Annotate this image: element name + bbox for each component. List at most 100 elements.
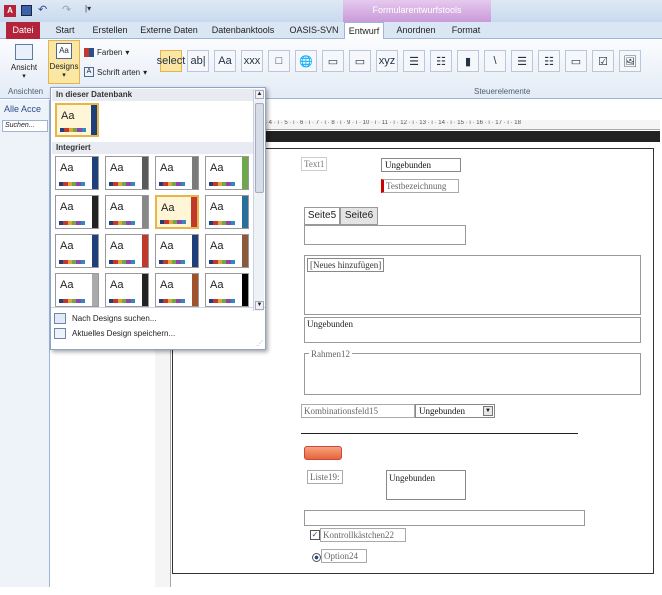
control-tool-6-icon[interactable]: ▭: [322, 50, 344, 72]
tab-oasis-svn[interactable]: OASIS-SVN: [286, 22, 342, 39]
unbound-textbox-1[interactable]: Ungebunden: [381, 158, 461, 172]
tab-datei[interactable]: Datei: [6, 22, 40, 39]
scroll-up-icon[interactable]: ▲: [255, 90, 264, 99]
theme-thumbnail-15[interactable]: Aa: [205, 273, 249, 307]
control-tool-0-icon[interactable]: select: [157, 50, 185, 72]
checkbox-icon[interactable]: ✓: [310, 530, 320, 540]
navigation-pane: Alle Acce Suchen...: [0, 100, 50, 587]
group-controls-label: Steuerelemente: [474, 87, 531, 96]
theme-thumbnail-10[interactable]: Aa: [155, 234, 199, 268]
theme-accent-swatch: [192, 157, 198, 189]
tab-externe-daten[interactable]: Externe Daten: [138, 22, 200, 39]
theme-sample-text: Aa: [160, 279, 174, 291]
theme-thumbnail-6[interactable]: Aa: [155, 195, 199, 229]
control-tool-5-icon[interactable]: 🌐: [295, 50, 317, 72]
scroll-down-icon[interactable]: ▼: [255, 301, 264, 310]
view-button[interactable]: Ansicht ▾: [6, 42, 42, 86]
list-box[interactable]: Ungebunden: [386, 470, 466, 500]
access-logo-icon[interactable]: A: [4, 5, 16, 17]
tab-erstellen[interactable]: Erstellen: [88, 22, 132, 39]
theme-thumbnail-8[interactable]: Aa: [55, 234, 99, 268]
tab-datenbanktools[interactable]: Datenbanktools: [206, 22, 280, 39]
option-radio-icon[interactable]: [312, 553, 321, 562]
combo-box[interactable]: Ungebunden ▼: [415, 404, 495, 418]
control-tool-10-icon[interactable]: ☷: [430, 50, 452, 72]
nav-header[interactable]: Alle Acce: [4, 104, 41, 114]
theme-thumbnail-9[interactable]: Aa: [105, 234, 149, 268]
theme-accent-swatch: [92, 274, 98, 306]
theme-thumbnail-14[interactable]: Aa: [155, 273, 199, 307]
option-label[interactable]: Option24: [321, 549, 367, 563]
option-group-frame[interactable]: Rahmen12: [304, 348, 641, 395]
control-tool-8-icon[interactable]: xyz: [376, 50, 398, 72]
control-tool-16-icon[interactable]: ☑: [592, 50, 614, 72]
resize-grip-icon[interactable]: ⋰: [257, 340, 263, 347]
tab-control-body[interactable]: [304, 225, 466, 245]
horizontal-ruler: · 4 · ı · 5 · ı · 6 · ı · 7 · ı · 8 · ı …: [265, 120, 660, 130]
control-tool-12-icon[interactable]: \: [484, 50, 506, 72]
command-button[interactable]: [304, 446, 342, 460]
tab-page-5[interactable]: Seite5: [304, 207, 340, 225]
control-tool-3-icon[interactable]: xxx: [241, 50, 263, 72]
designs-label: Designs: [49, 62, 79, 71]
section-in-database: In dieser Datenbank: [52, 89, 254, 101]
tab-start[interactable]: Start: [48, 22, 82, 39]
gallery-scrollbar[interactable]: ▲ ▼: [253, 89, 264, 311]
save-icon[interactable]: [21, 5, 32, 16]
theme-sample-text: Aa: [210, 201, 224, 213]
view-label: Ansicht: [10, 63, 38, 72]
unbound-textbox-2[interactable]: Ungebunden: [304, 317, 641, 343]
control-tool-11-icon[interactable]: ▮: [457, 50, 479, 72]
theme-thumbnail-1[interactable]: Aa: [105, 156, 149, 190]
tab-entwurf[interactable]: Entwurf: [344, 22, 384, 39]
theme-accent-swatch: [91, 105, 97, 135]
fonts-button[interactable]: A Schrift arten ▾: [84, 67, 147, 77]
add-new-label[interactable]: [Neues hinzufügen]: [307, 258, 385, 272]
horizontal-line[interactable]: [301, 433, 578, 434]
theme-thumbnail-11[interactable]: Aa: [205, 234, 249, 268]
redo-icon[interactable]: ↷: [62, 3, 71, 16]
theme-sample-text: Aa: [110, 240, 124, 252]
save-design-menu-item[interactable]: Aktuelles Design speichern...: [54, 328, 175, 339]
control-tool-1-icon[interactable]: ab|: [187, 50, 209, 72]
checkbox-label[interactable]: Kontrollkästchen22: [320, 528, 406, 542]
empty-textbox[interactable]: [304, 510, 585, 526]
theme-sample-text: Aa: [60, 279, 74, 291]
tab-anordnen[interactable]: Anordnen: [392, 22, 440, 39]
control-tool-4-icon[interactable]: □: [268, 50, 290, 72]
control-tool-7-icon[interactable]: ▭: [349, 50, 371, 72]
theme-thumbnail-0[interactable]: Aa: [55, 156, 99, 190]
subform-container[interactable]: [Neues hinzufügen]: [304, 255, 641, 315]
tab-format[interactable]: Format: [446, 22, 486, 39]
theme-thumbnail-13[interactable]: Aa: [105, 273, 149, 307]
control-tool-13-icon[interactable]: ☰: [511, 50, 533, 72]
theme-accent-swatch: [92, 235, 98, 267]
customize-icon[interactable]: |▾: [85, 4, 91, 13]
control-tool-14-icon[interactable]: ☷: [538, 50, 560, 72]
text1-label[interactable]: Text1: [301, 157, 328, 171]
theme-thumbnail-2[interactable]: Aa: [155, 156, 199, 190]
tab-page-6[interactable]: Seite6: [340, 207, 378, 225]
colors-button[interactable]: Farben ▾: [84, 48, 129, 57]
frame-label[interactable]: Rahmen12: [309, 348, 352, 360]
search-designs-menu-item[interactable]: Nach Designs suchen...: [54, 313, 157, 324]
scroll-thumb[interactable]: [255, 103, 264, 193]
combo-label[interactable]: Kombinationsfeld15: [301, 404, 415, 418]
nav-search-input[interactable]: Suchen...: [2, 120, 48, 132]
control-tool-9-icon[interactable]: ☰: [403, 50, 425, 72]
theme-thumbnail-3[interactable]: Aa: [205, 156, 249, 190]
control-tool-15-icon[interactable]: ▭: [565, 50, 587, 72]
theme-thumbnail-db[interactable]: Aa: [55, 103, 99, 137]
theme-accent-swatch: [192, 235, 198, 267]
theme-thumbnail-4[interactable]: Aa: [55, 195, 99, 229]
undo-icon[interactable]: ↶: [38, 3, 47, 16]
list-label[interactable]: Liste19:: [307, 470, 343, 484]
designs-button[interactable]: Aa Designs ▾: [48, 40, 80, 84]
theme-thumbnail-12[interactable]: Aa: [55, 273, 99, 307]
control-tool-2-icon[interactable]: Aa: [214, 50, 236, 72]
theme-thumbnail-7[interactable]: Aa: [205, 195, 249, 229]
test-label[interactable]: Testbezeichnung: [381, 179, 459, 193]
theme-thumbnail-5[interactable]: Aa: [105, 195, 149, 229]
combo-dropdown-icon[interactable]: ▼: [483, 406, 493, 416]
control-tool-17-icon[interactable]: 🖼: [619, 50, 641, 72]
